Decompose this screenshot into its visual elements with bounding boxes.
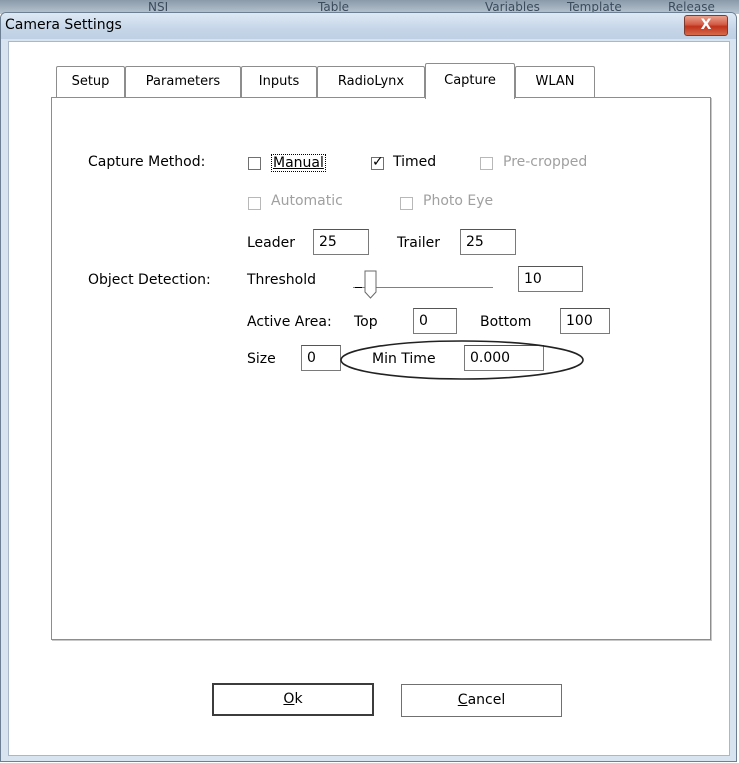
tab-label: Setup [71, 74, 110, 89]
trailer-label: Trailer [397, 235, 440, 251]
tab-label: Inputs [258, 74, 300, 89]
top-input[interactable]: 0 [413, 308, 457, 334]
annotation-ellipse [340, 340, 584, 380]
tab-label: Parameters [145, 74, 221, 89]
trailer-input[interactable]: 25 [460, 229, 516, 255]
window-title: Camera Settings [5, 17, 122, 33]
automatic-label: Automatic [271, 193, 343, 209]
timed-label[interactable]: Timed [393, 154, 436, 170]
tab-inputs[interactable]: Inputs [241, 66, 317, 97]
check-icon: ✓ [372, 154, 384, 170]
capture-method-label: Capture Method: [88, 154, 206, 170]
leader-input[interactable]: 25 [313, 229, 369, 255]
tab-label: RadioLynx [337, 74, 405, 89]
tab-capture[interactable]: Capture [425, 63, 515, 99]
size-input[interactable]: 0 [301, 345, 341, 371]
ok-label-rest: k [294, 691, 303, 707]
photo-eye-label: Photo Eye [423, 193, 494, 209]
top-label: Top [354, 314, 378, 330]
threshold-input[interactable]: 10 [518, 266, 583, 292]
threshold-slider-tick [355, 287, 362, 288]
precropped-label: Pre-cropped [503, 154, 588, 170]
close-icon: X [700, 17, 712, 33]
object-detection-label: Object Detection: [88, 272, 211, 288]
threshold-slider-thumb[interactable] [364, 270, 378, 300]
tab-radiolynx[interactable]: RadioLynx [317, 66, 425, 97]
tab-label: Capture [444, 73, 496, 88]
manual-label[interactable]: Manual [271, 154, 326, 172]
size-label: Size [247, 351, 276, 367]
leader-label: Leader [247, 235, 296, 251]
cancel-label-rest: ancel [467, 692, 506, 708]
timed-checkbox[interactable]: ✓ [371, 154, 384, 170]
tab-wlan[interactable]: WLAN [515, 66, 595, 97]
cancel-accelerator: C [457, 692, 468, 708]
automatic-checkbox [248, 197, 261, 210]
bottom-input[interactable]: 100 [560, 308, 610, 334]
precropped-checkbox [480, 157, 493, 170]
cancel-button[interactable]: Cancel [401, 684, 562, 717]
tab-label: WLAN [535, 74, 575, 89]
tab-parameters[interactable]: Parameters [125, 66, 241, 97]
photo-eye-checkbox [400, 197, 413, 210]
active-area-label: Active Area: [247, 314, 332, 330]
close-button[interactable]: X [684, 15, 728, 36]
tab-setup[interactable]: Setup [56, 66, 125, 97]
ok-accelerator: O [283, 691, 295, 707]
manual-label-text: Manual [273, 155, 324, 171]
ok-button[interactable]: Ok [212, 683, 374, 716]
manual-checkbox[interactable] [248, 157, 261, 170]
threshold-label: Threshold [247, 272, 316, 288]
bottom-label: Bottom [480, 314, 532, 330]
